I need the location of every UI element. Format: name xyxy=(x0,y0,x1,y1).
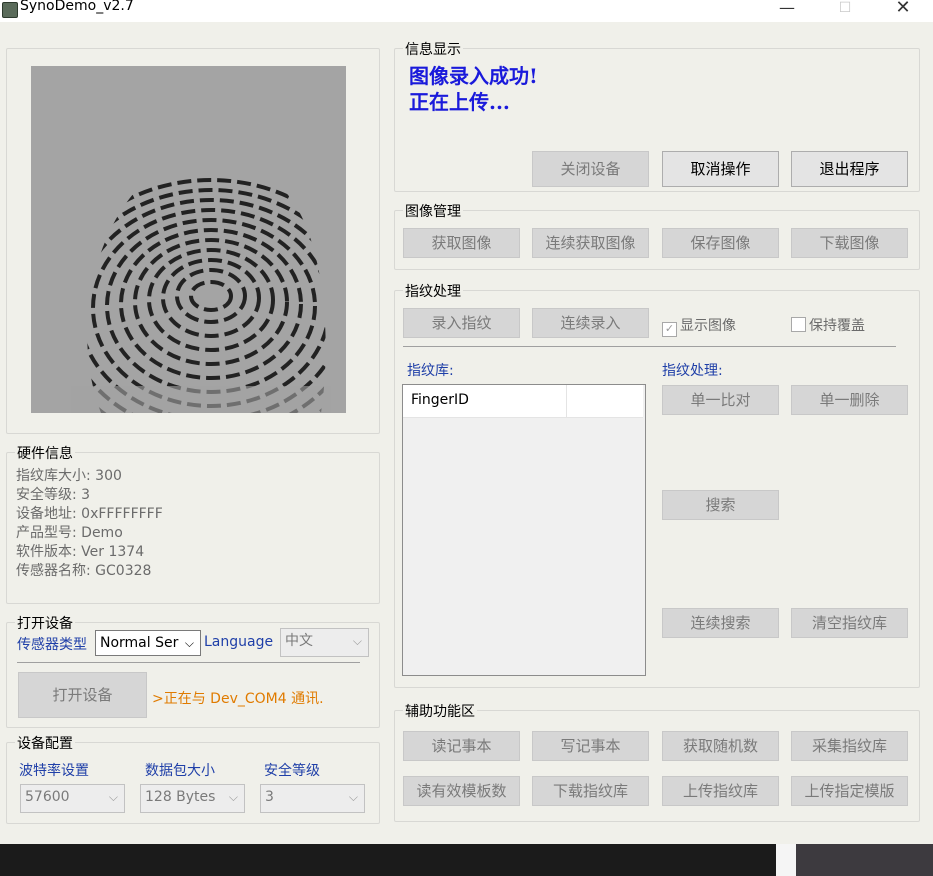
hw-line: 指纹库大小: 300 xyxy=(16,468,122,484)
search-button[interactable]: 搜索 xyxy=(662,490,779,520)
read-notepad-button[interactable]: 读记事本 xyxy=(403,731,520,761)
chevron-down-icon: ⌵ xyxy=(228,790,238,804)
info-message-line2: 正在上传... xyxy=(409,90,510,114)
hw-line: 传感器名称: GC0328 xyxy=(16,563,152,579)
single-delete-button[interactable]: 单一删除 xyxy=(791,385,908,415)
baud-value: 57600 xyxy=(25,789,70,805)
open-device-label: 打开设备 xyxy=(15,613,75,633)
image-management-label: 图像管理 xyxy=(403,201,463,221)
info-display-label: 信息显示 xyxy=(403,39,463,59)
fingerprint-image xyxy=(31,66,346,413)
hw-line: 软件版本: Ver 1374 xyxy=(16,544,145,560)
title-bar: SynoDemo_v2.7 — ☐ ✕ xyxy=(0,0,933,22)
show-image-checkbox[interactable]: ✓ 显示图像 xyxy=(662,315,736,337)
security-level-value: 3 xyxy=(265,789,274,805)
hw-line: 安全等级: 3 xyxy=(16,487,91,503)
clear-library-button[interactable]: 清空指纹库 xyxy=(791,608,908,638)
client-area: 硬件信息 指纹库大小: 300 安全等级: 3 设备地址: 0xFFFFFFFF… xyxy=(0,22,933,844)
chevron-down-icon: ⌵ xyxy=(184,636,194,650)
continuous-search-button[interactable]: 连续搜索 xyxy=(662,608,779,638)
fingerprint-ops-label: 指纹处理: xyxy=(662,363,723,379)
get-image-button[interactable]: 获取图像 xyxy=(403,228,520,258)
checkmark-icon: ✓ xyxy=(662,322,677,337)
read-valid-template-count-button[interactable]: 读有效模板数 xyxy=(403,776,520,806)
sensor-type-label: 传感器类型 xyxy=(17,637,87,653)
keep-overwrite-label: 保持覆盖 xyxy=(809,318,865,334)
chevron-down-icon: ⌵ xyxy=(108,790,118,804)
exit-program-button[interactable]: 退出程序 xyxy=(791,151,908,187)
checkbox-box xyxy=(791,317,806,332)
maximize-button[interactable]: ☐ xyxy=(822,0,868,20)
continuous-enroll-button[interactable]: 连续录入 xyxy=(532,308,649,338)
baud-select[interactable]: 57600 ⌵ xyxy=(20,784,125,813)
security-level-select[interactable]: 3 ⌵ xyxy=(260,784,365,813)
single-match-button[interactable]: 单一比对 xyxy=(662,385,779,415)
packet-size-label: 数据包大小 xyxy=(145,763,215,779)
language-label: Language xyxy=(204,634,274,650)
minimize-button[interactable]: — xyxy=(764,0,810,20)
baud-label: 波特率设置 xyxy=(19,763,89,779)
hw-line: 产品型号: Demo xyxy=(16,525,123,541)
cancel-operation-button[interactable]: 取消操作 xyxy=(662,151,779,187)
aux-functions-label: 辅助功能区 xyxy=(403,701,477,721)
chevron-down-icon: ⌵ xyxy=(348,790,358,804)
app-icon xyxy=(2,2,18,18)
fingerprint-library-list[interactable]: FingerID xyxy=(402,384,646,676)
get-random-button[interactable]: 获取随机数 xyxy=(662,731,779,761)
security-level-label: 安全等级 xyxy=(264,763,320,779)
save-image-button[interactable]: 保存图像 xyxy=(662,228,779,258)
hw-line: 设备地址: 0xFFFFFFFF xyxy=(16,506,163,522)
hardware-info-label: 硬件信息 xyxy=(15,443,75,463)
column-divider[interactable] xyxy=(566,385,567,417)
upload-template-button[interactable]: 上传指定模版 xyxy=(791,776,908,806)
continuous-get-image-button[interactable]: 连续获取图像 xyxy=(532,228,649,258)
sensor-type-value: Normal Ser xyxy=(100,635,179,651)
info-message-line1: 图像录入成功! xyxy=(409,64,538,88)
collect-library-button[interactable]: 采集指纹库 xyxy=(791,731,908,761)
enroll-fingerprint-button[interactable]: 录入指纹 xyxy=(403,308,520,338)
keep-overwrite-checkbox[interactable]: 保持覆盖 xyxy=(791,315,865,335)
list-header: FingerID xyxy=(403,385,643,418)
window-title: SynoDemo_v2.7 xyxy=(20,0,134,14)
divider xyxy=(17,662,360,663)
device-config-label: 设备配置 xyxy=(15,733,75,753)
divider xyxy=(403,346,896,347)
taskbar-area xyxy=(0,844,796,876)
upload-library-button[interactable]: 上传指纹库 xyxy=(662,776,779,806)
packet-size-value: 128 Bytes xyxy=(145,789,216,805)
write-notepad-button[interactable]: 写记事本 xyxy=(532,731,649,761)
fingerprint-library-label: 指纹库: xyxy=(407,363,454,379)
fingerprint-processing-label: 指纹处理 xyxy=(403,281,463,301)
fingerprint-graphic xyxy=(31,66,346,413)
language-select[interactable]: 中文 ⌵ xyxy=(280,628,369,657)
close-device-button[interactable]: 关闭设备 xyxy=(532,151,649,187)
close-button[interactable]: ✕ xyxy=(880,0,926,20)
download-image-button[interactable]: 下载图像 xyxy=(791,228,908,258)
background-strip xyxy=(776,844,796,876)
background-window xyxy=(796,844,933,876)
chevron-down-icon: ⌵ xyxy=(352,634,362,648)
connection-status: >正在与 Dev_COM4 通讯. xyxy=(152,691,324,707)
show-image-label: 显示图像 xyxy=(680,318,736,334)
sensor-type-select[interactable]: Normal Ser ⌵ xyxy=(95,630,201,656)
fingerid-column-header[interactable]: FingerID xyxy=(411,392,469,408)
packet-size-select[interactable]: 128 Bytes ⌵ xyxy=(140,784,245,813)
download-library-button[interactable]: 下载指纹库 xyxy=(532,776,649,806)
language-value: 中文 xyxy=(285,633,313,649)
open-device-button[interactable]: 打开设备 xyxy=(18,672,147,718)
